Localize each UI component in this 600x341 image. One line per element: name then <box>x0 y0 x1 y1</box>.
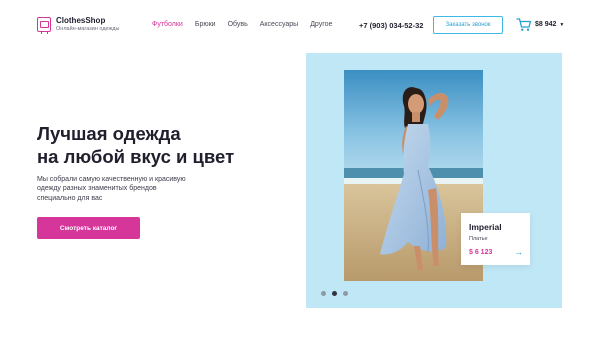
slider-dots <box>321 291 348 296</box>
logo-name: ClothesShop <box>56 16 106 25</box>
main-nav: Футболки Брюки Обувь Аксессуары Другое <box>152 21 344 28</box>
nav-item-tshirts[interactable]: Футболки <box>152 21 183 28</box>
nav-item-other[interactable]: Другое <box>310 21 332 28</box>
nav-item-trousers[interactable]: Брюки <box>195 21 216 28</box>
slider-dot[interactable] <box>343 291 348 296</box>
request-call-button[interactable]: Заказать звонок <box>433 16 503 34</box>
phone-number[interactable]: +7 (903) 034-52-32 <box>359 21 423 30</box>
arrow-right-icon[interactable]: → <box>514 247 523 257</box>
slider-dot-active[interactable] <box>332 291 337 296</box>
hero-title: Лучшая одежда на любой вкус и цвет <box>37 123 235 167</box>
product-card[interactable]: Imperial Платье $ 6 123 → <box>461 213 530 265</box>
nav-item-accessories[interactable]: Аксессуары <box>260 21 298 28</box>
slider-dot[interactable] <box>321 291 326 296</box>
logo-tagline: Онлайн-магазин одежды <box>56 26 120 32</box>
product-name: Imperial <box>469 222 502 232</box>
logo[interactable]: ClothesShop Онлайн-магазин одежды <box>37 16 120 35</box>
nav-item-shoes[interactable]: Обувь <box>228 21 248 28</box>
cart-icon <box>516 17 532 32</box>
cart-total: $8 942 <box>535 21 557 28</box>
chevron-down-icon[interactable]: ▼ <box>559 22 564 28</box>
site-header: ClothesShop Онлайн-магазин одежды Футбол… <box>0 0 600 50</box>
cart[interactable]: $8 942 ▼ <box>516 17 564 32</box>
hero-description: Мы собрали самую качественную и красивую… <box>37 176 186 202</box>
product-type: Платье <box>469 236 488 242</box>
view-catalog-button[interactable]: Смотреть каталог <box>37 217 140 239</box>
wardrobe-icon <box>37 17 51 35</box>
product-price: $ 6 123 <box>469 249 493 256</box>
